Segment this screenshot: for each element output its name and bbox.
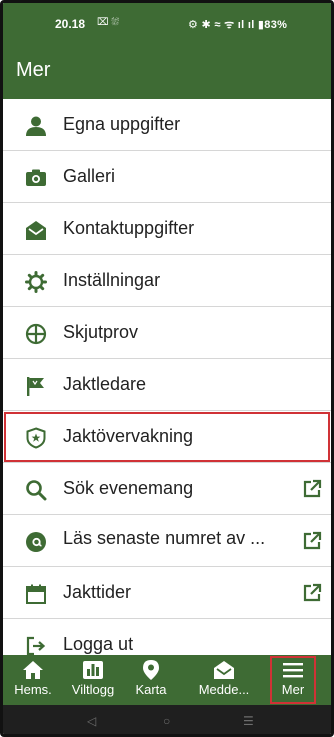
- menu-item-jaktledare[interactable]: Jaktledare: [3, 359, 331, 411]
- status-right-icons: ⚙ ✱ ≈ ᯤ ıl ıl ▮83%: [188, 19, 288, 31]
- menu-item-jakttider[interactable]: Jakttider: [3, 567, 331, 619]
- menu-item-label: Jaktledare: [63, 374, 147, 394]
- nav-label: Hems.: [14, 682, 52, 697]
- menu-item-galleri[interactable]: Galleri: [3, 151, 331, 203]
- person-icon: [25, 115, 47, 137]
- envelope-open-icon: [25, 219, 47, 241]
- menu-item-kontaktuppgifter[interactable]: Kontaktuppgifter: [3, 203, 331, 255]
- shield-star-icon: [25, 427, 47, 449]
- nav-hems[interactable]: Hems.: [3, 655, 63, 705]
- menu-item-sok-evenemang[interactable]: Sök evenemang: [3, 463, 331, 515]
- app-header: Mer: [3, 43, 331, 99]
- chart-icon: [82, 659, 104, 681]
- search-icon: [25, 479, 47, 501]
- system-navigation-bar: ◁ ○ ☰: [3, 705, 331, 734]
- crosshair-icon: [25, 323, 47, 345]
- status-time: 20.18: [55, 17, 86, 31]
- external-link-icon: [302, 531, 322, 551]
- nav-meddelanden[interactable]: Medde...: [179, 655, 269, 705]
- map-pin-icon: [140, 659, 162, 681]
- menu-item-label: Galleri: [63, 166, 116, 186]
- menu-item-label: Egna uppgifter: [63, 114, 181, 134]
- logout-icon: [25, 635, 47, 657]
- camera-icon: [25, 167, 47, 189]
- flag-icon: [25, 375, 47, 397]
- envelope-open-icon: [213, 659, 235, 681]
- menu-item-label: Läs senaste numret av ...: [63, 528, 266, 548]
- nav-label: Karta: [135, 682, 167, 697]
- nav-label: Medde...: [198, 682, 250, 697]
- status-bar: 20.18 ⌧ ⛆ ⚙ ✱ ≈ ᯤ ıl ıl ▮83%: [3, 3, 331, 43]
- menu-item-label: Jaktövervakning: [63, 426, 194, 446]
- menu-item-egna-uppgifter[interactable]: Egna uppgifter: [3, 99, 331, 151]
- external-link-icon: [302, 479, 322, 499]
- calendar-icon: [25, 583, 47, 605]
- status-left-icons: ⌧ ⛆: [97, 17, 120, 28]
- menu-item-label: Logga ut: [63, 634, 134, 654]
- menu-item-jaktovervakning[interactable]: Jaktövervakning: [3, 411, 331, 463]
- menu-item-label: Sök evenemang: [63, 478, 194, 498]
- menu-item-installningar[interactable]: Inställningar: [3, 255, 331, 307]
- home-icon: [22, 659, 44, 681]
- system-recents-button[interactable]: ☰: [243, 714, 254, 728]
- menu-item-label: Kontaktuppgifter: [63, 218, 195, 238]
- menu-item-label: Skjutprov: [63, 322, 139, 342]
- at-icon: [25, 531, 47, 553]
- menu-item-label: Jakttider: [63, 582, 132, 602]
- menu-item-skjutprov[interactable]: Skjutprov: [3, 307, 331, 359]
- nav-mer[interactable]: Mer: [269, 655, 317, 705]
- nav-viltlogg[interactable]: Viltlogg: [63, 655, 123, 705]
- system-back-button[interactable]: ◁: [87, 714, 96, 728]
- external-link-icon: [302, 583, 322, 603]
- system-home-button[interactable]: ○: [163, 714, 170, 728]
- phone-screen: 20.18 ⌧ ⛆ ⚙ ✱ ≈ ᯤ ıl ıl ▮83% Mer Egna up…: [0, 0, 334, 737]
- more-menu: Egna uppgifter Galleri Kontaktuppgifter …: [3, 99, 331, 671]
- menu-icon: [282, 659, 304, 681]
- page-title: Mer: [16, 59, 51, 81]
- nav-label: Viltlogg: [71, 682, 115, 697]
- bottom-navigation: Hems. Viltlogg Karta Medde... Mer: [3, 655, 331, 705]
- menu-item-las-senaste-numret[interactable]: Läs senaste numret av ...: [3, 515, 331, 567]
- gear-icon: [25, 271, 47, 293]
- nav-label: Mer: [281, 682, 305, 697]
- nav-karta[interactable]: Karta: [123, 655, 179, 705]
- menu-item-label: Inställningar: [63, 270, 161, 290]
